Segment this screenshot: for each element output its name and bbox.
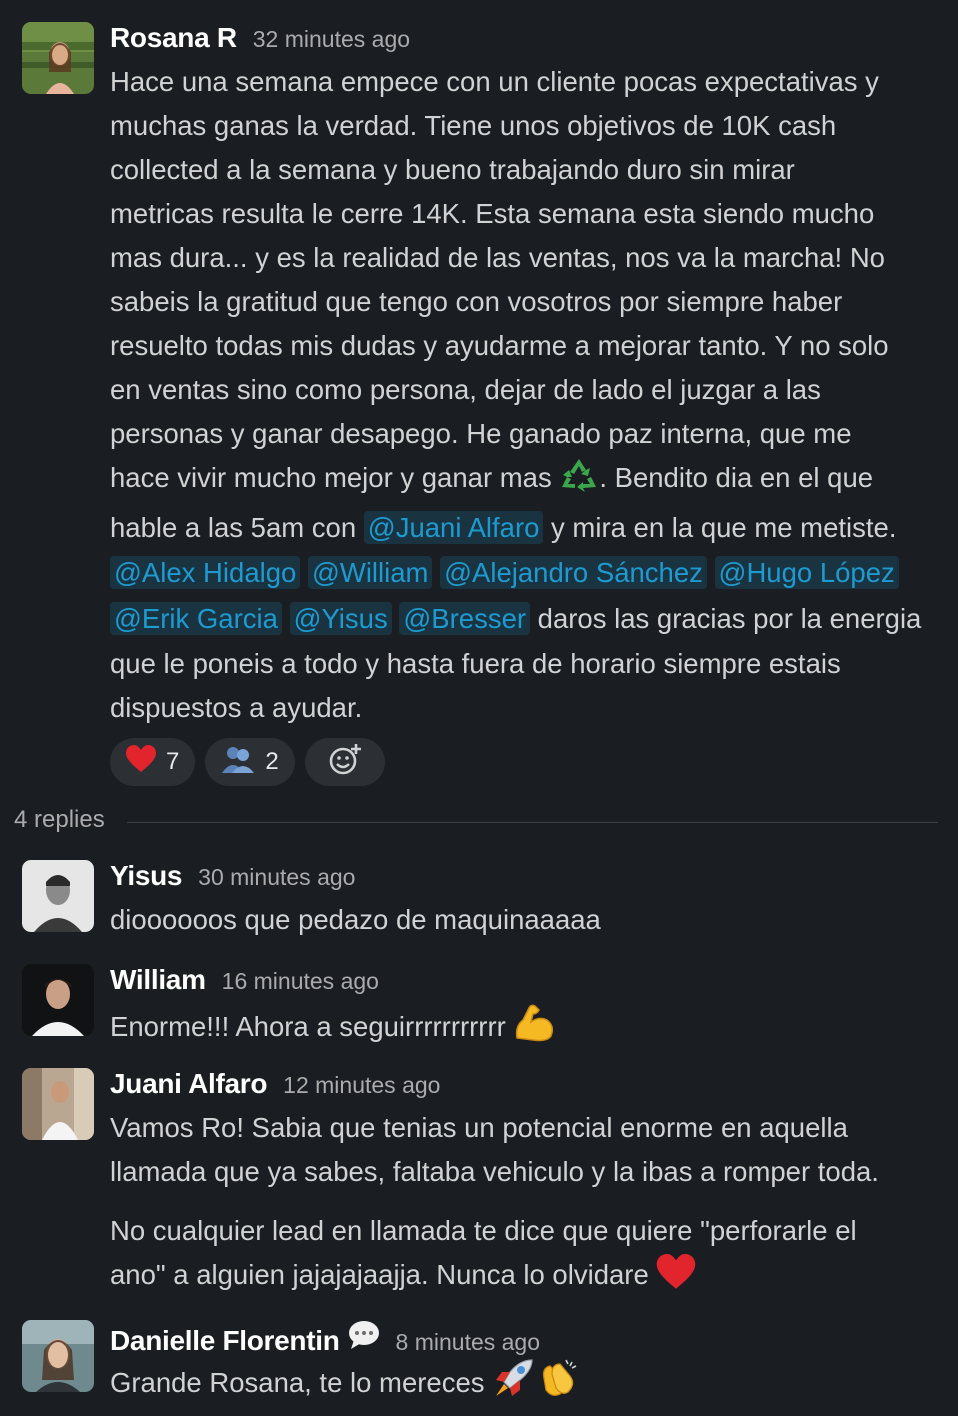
reactions-bar: 7 2	[110, 738, 938, 786]
text-line: llamada que ya sabes, faltaba vehiculo y…	[110, 1156, 879, 1187]
text-line: @Alex Hidalgo @William @Alejandro Sánche…	[110, 550, 938, 596]
speech-bubble-icon[interactable]	[348, 1320, 380, 1355]
mention-alejandro-sanchez[interactable]: @Alejandro Sánchez	[440, 556, 707, 589]
text-line: resuelto todas mis dudas y ayudarme a me…	[110, 330, 889, 361]
text-span: y mira en la que me metiste.	[543, 512, 897, 543]
mention-hugo-lopez[interactable]: @Hugo López	[714, 556, 899, 589]
timestamp[interactable]: 16 minutes ago	[222, 968, 379, 995]
text-line: que le poneis a todo y hasta fuera de ho…	[110, 648, 841, 679]
mention-william[interactable]: @William	[307, 556, 433, 589]
text-span: ano" a alguien jajajajaajja. Nunca lo ol…	[110, 1259, 657, 1290]
text-line: hace vivir mucho mejor y ganar mas . Ben…	[110, 456, 938, 506]
text-line: Grande Rosana, te lo mereces	[110, 1358, 938, 1411]
timestamp[interactable]: 32 minutes ago	[253, 26, 410, 53]
author-name[interactable]: Rosana R	[110, 22, 237, 54]
mention-bresser[interactable]: @Bresser	[399, 602, 531, 635]
text-line: metricas resulta le cerre 14K. Esta sema…	[110, 198, 875, 229]
replies-divider: 4 replies	[14, 806, 938, 834]
add-reaction-icon	[328, 742, 362, 783]
text-span: daros las gracias por la energia	[530, 603, 922, 634]
rocket-icon[interactable]	[492, 1358, 536, 1411]
mention-yisus[interactable]: @Yisus	[289, 602, 392, 635]
text-line: dispuestos a ayudar.	[110, 692, 363, 723]
text-line: Hace una semana empece con un cliente po…	[110, 66, 879, 97]
add-reaction-button[interactable]	[304, 738, 385, 786]
avatar-danielle-florentin[interactable]	[22, 1320, 94, 1392]
message-body: dioooooos que pedazo de maquinaaaaa	[110, 898, 938, 942]
reaction-busts[interactable]: 2	[205, 738, 295, 786]
recycling-symbol-icon[interactable]	[559, 457, 599, 506]
heart-icon[interactable]	[656, 1254, 696, 1303]
message-body: Vamos Ro! Sabia que tenias un potencial …	[110, 1106, 938, 1303]
timestamp[interactable]: 30 minutes ago	[198, 864, 355, 891]
author-name[interactable]: William	[110, 964, 206, 996]
timestamp[interactable]: 8 minutes ago	[396, 1329, 540, 1356]
text-line: dioooooos que pedazo de maquinaaaaa	[110, 904, 601, 935]
text-line: en ventas sino como persona, dejar de la…	[110, 374, 821, 405]
text-line: sabeis la gratitud que tengo con vosotro…	[110, 286, 843, 317]
reaction-count: 7	[166, 748, 180, 775]
message-body: Hace una semana empece con un cliente po…	[110, 60, 938, 730]
text-span: . Bendito dia en el que	[599, 462, 874, 493]
text-line: @Erik Garcia @Yisus @Bresser daros las g…	[110, 596, 938, 642]
author-name[interactable]: Juani Alfaro	[110, 1068, 267, 1100]
text-line: muchas ganas la verdad. Tiene unos objet…	[110, 110, 837, 141]
avatar-juani-alfaro[interactable]	[22, 1068, 94, 1140]
message-body: Enorme!!! Ahora a seguirrrrrrrrrrr	[110, 1002, 938, 1055]
avatar-rosana[interactable]	[22, 22, 94, 94]
text-line: collected a la semana y bueno trabajando…	[110, 154, 795, 185]
mention-juani-alfaro[interactable]: @Juani Alfaro	[363, 511, 544, 544]
busts-in-silhouette-icon	[221, 745, 255, 780]
mention-erik-garcia[interactable]: @Erik Garcia	[110, 602, 282, 635]
text-span: hable a las 5am con	[110, 512, 364, 543]
author-name[interactable]: Danielle Florentin	[110, 1325, 340, 1357]
text-line: No cualquier lead en llamada te dice que…	[110, 1215, 857, 1246]
replies-count[interactable]: 4 replies	[14, 806, 105, 834]
heart-icon	[126, 744, 156, 780]
mention-alex-hidalgo[interactable]: @Alex Hidalgo	[110, 556, 301, 589]
avatar-william[interactable]	[22, 964, 94, 1036]
divider-line	[126, 821, 938, 823]
text-line: hable a las 5am con @Juani Alfaro y mira…	[110, 506, 938, 550]
text-line: Enorme!!! Ahora a seguirrrrrrrrrrr	[110, 1002, 938, 1055]
reaction-heart[interactable]: 7	[110, 738, 196, 786]
text-line: personas y ganar desapego. He ganado paz…	[110, 418, 852, 449]
text-line: Vamos Ro! Sabia que tenias un potencial …	[110, 1112, 848, 1143]
text-span: Grande Rosana, te lo mereces	[110, 1367, 493, 1398]
timestamp[interactable]: 12 minutes ago	[283, 1072, 440, 1099]
text-span: Enorme!!! Ahora a seguirrrrrrrrrrr	[110, 1011, 514, 1042]
avatar-yisus[interactable]	[22, 860, 94, 932]
text-line: mas dura... y es la realidad de las vent…	[110, 242, 885, 273]
clapping-hands-icon[interactable]	[536, 1358, 580, 1411]
message-body: Grande Rosana, te lo mereces	[110, 1358, 938, 1411]
text-line: ano" a alguien jajajajaajja. Nunca lo ol…	[110, 1253, 938, 1303]
reaction-count: 2	[265, 748, 279, 775]
flexed-biceps-icon[interactable]	[513, 1002, 557, 1055]
author-name[interactable]: Yisus	[110, 860, 182, 892]
text-span: hace vivir mucho mejor y ganar mas	[110, 462, 560, 493]
